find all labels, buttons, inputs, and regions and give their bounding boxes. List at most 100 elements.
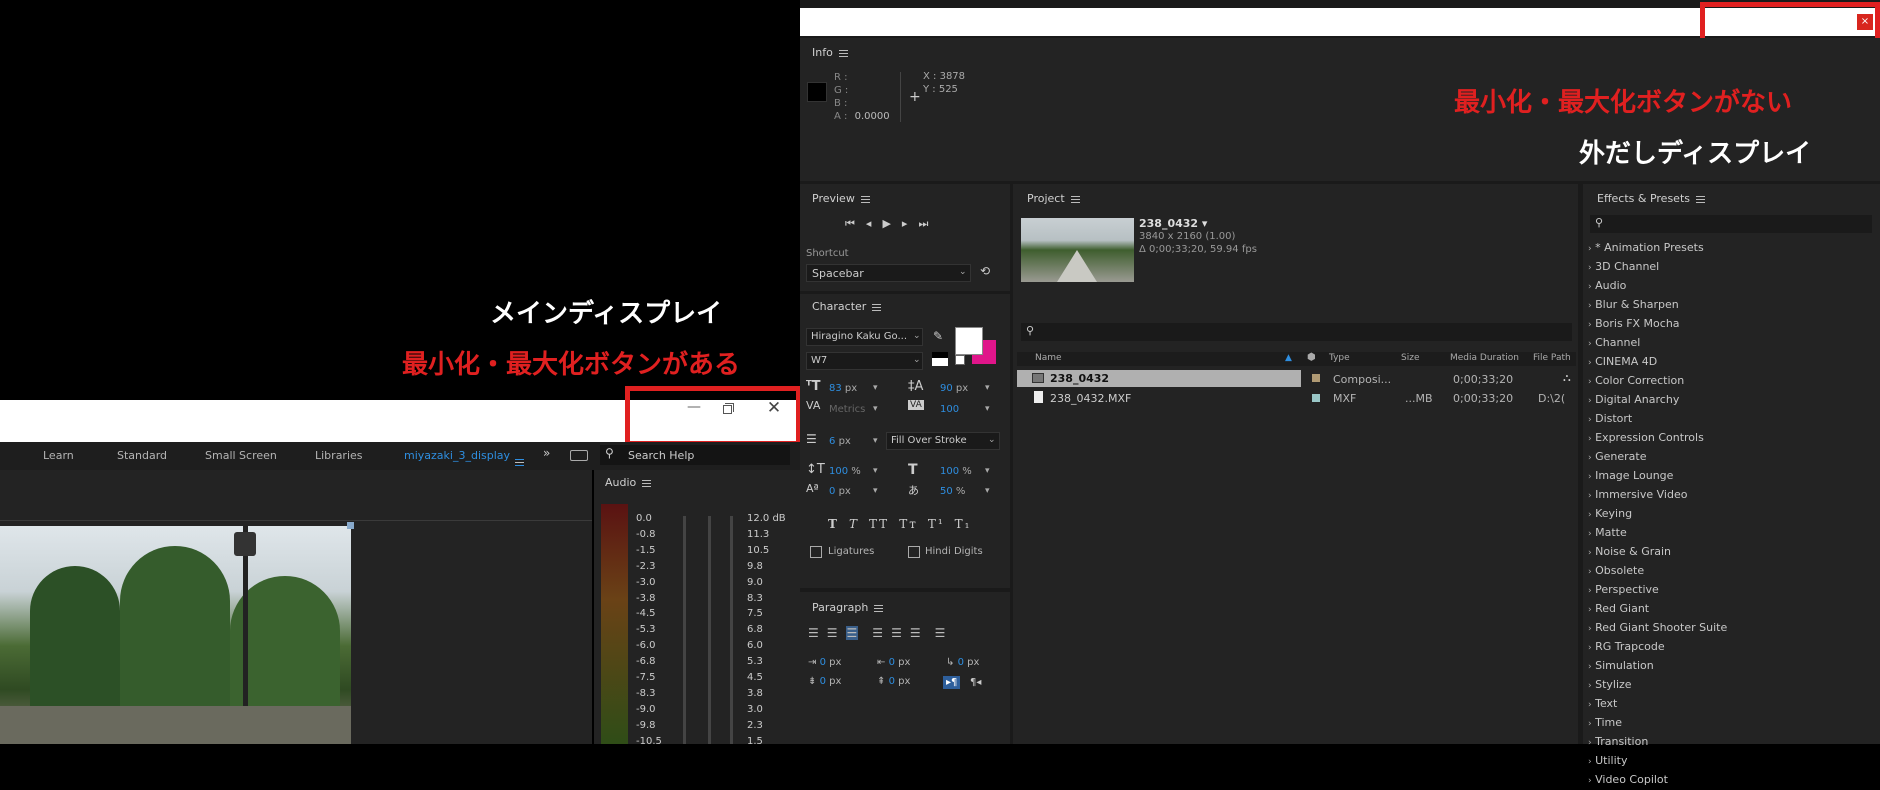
list-item[interactable]: › Video Copilot	[1588, 771, 1727, 790]
hindi-digits-checkbox[interactable]	[908, 546, 920, 558]
indent-right[interactable]: ⇤ 0 px	[877, 657, 910, 668]
list-item[interactable]: › Time	[1588, 714, 1727, 733]
list-item[interactable]: › Simulation	[1588, 657, 1727, 676]
first-line-indent[interactable]: ↳ 0 px	[946, 657, 979, 668]
list-item[interactable]: › Image Lounge	[1588, 467, 1727, 486]
effects-search-field[interactable]	[1590, 215, 1872, 233]
align-right-icon[interactable]: ☰	[845, 626, 859, 640]
audio-slider-mid[interactable]	[708, 516, 711, 744]
justify-all-icon[interactable]: ☰	[935, 626, 946, 640]
audio-slider-right[interactable]	[730, 516, 733, 744]
tsume-icon: あ	[908, 484, 919, 497]
justify-right-icon[interactable]: ☰	[910, 626, 921, 640]
first-frame-icon[interactable]: ⏮	[845, 217, 866, 230]
list-item[interactable]: › Expression Controls	[1588, 429, 1727, 448]
list-item[interactable]: › RG Trapcode	[1588, 638, 1727, 657]
list-item[interactable]: › Blur & Sharpen	[1588, 296, 1727, 315]
flowchart-icon[interactable]: ⛬	[1563, 371, 1571, 385]
prev-frame-icon[interactable]: ◂	[866, 217, 883, 230]
list-item[interactable]: › Generate	[1588, 448, 1727, 467]
search-icon: ⚲	[605, 446, 614, 460]
faux-italic-icon[interactable]: T	[849, 517, 859, 531]
list-item[interactable]: › Channel	[1588, 334, 1727, 353]
baseline-shift-value[interactable]: 0 px	[829, 486, 851, 497]
space-after[interactable]: ⇞ 0 px	[877, 676, 910, 687]
justify-center-icon[interactable]: ☰	[891, 626, 902, 640]
indent-left[interactable]: ⇥ 0 px	[808, 657, 841, 668]
col-size[interactable]: Size	[1401, 353, 1419, 363]
small-caps-icon[interactable]: Tт	[899, 517, 918, 531]
fill-color-swatch[interactable]	[955, 327, 983, 355]
none-swatch[interactable]	[955, 355, 965, 365]
next-frame-icon[interactable]: ▸	[902, 217, 919, 230]
last-frame-icon[interactable]: ⏭	[918, 217, 939, 230]
horizontal-scale-value[interactable]: 100 %	[940, 466, 972, 477]
font-size-value[interactable]: 83 px	[829, 383, 857, 394]
row-name-2[interactable]: 238_0432.MXF	[1050, 392, 1131, 405]
all-caps-icon[interactable]: TT	[869, 517, 889, 531]
viewer-handle[interactable]	[347, 522, 354, 529]
list-item[interactable]: › Keying	[1588, 505, 1727, 524]
workspace-menu-icon[interactable]	[509, 452, 524, 471]
first-line-indent-icon: ↳	[946, 657, 955, 668]
superscript-icon[interactable]: T¹	[928, 517, 945, 531]
col-type[interactable]: Type	[1329, 353, 1350, 363]
black-swatch[interactable]	[932, 352, 948, 366]
list-item[interactable]: › Perspective	[1588, 581, 1727, 600]
comp-name: 238_0432 ▾	[1139, 217, 1208, 230]
space-before[interactable]: ⇟ 0 px	[808, 676, 841, 687]
row-label-color-2	[1312, 394, 1320, 402]
workspace-standard[interactable]: Standard	[117, 449, 167, 462]
rtl-direction-icon[interactable]: ¶◂	[967, 676, 984, 689]
audio-slider-left[interactable]	[683, 516, 686, 744]
search-help-input[interactable]: Search Help	[628, 449, 694, 462]
col-name[interactable]: Name	[1035, 353, 1062, 363]
space-after-icon: ⇞	[877, 676, 886, 687]
list-item[interactable]: › Matte	[1588, 524, 1727, 543]
eyedropper-icon[interactable]: ✎	[933, 329, 943, 343]
list-item[interactable]: › Digital Anarchy	[1588, 391, 1727, 410]
subscript-icon[interactable]: T₁	[955, 517, 972, 531]
align-center-icon[interactable]: ☰	[827, 626, 838, 640]
col-media-duration[interactable]: Media Duration	[1450, 353, 1519, 363]
list-item[interactable]: › Color Correction	[1588, 372, 1727, 391]
list-item[interactable]: › Transition	[1588, 733, 1727, 752]
list-item[interactable]: › * Animation Presets	[1588, 239, 1727, 258]
workspace-toggle-icon[interactable]	[570, 450, 588, 461]
ltr-direction-icon[interactable]: ▸¶	[943, 676, 961, 689]
workspace-libraries[interactable]: Libraries	[315, 449, 363, 462]
ligatures-checkbox[interactable]	[810, 546, 822, 558]
justify-left-icon[interactable]: ☰	[872, 626, 883, 640]
list-item[interactable]: › 3D Channel	[1588, 258, 1727, 277]
list-item[interactable]: › Immersive Video	[1588, 486, 1727, 505]
tsume-value[interactable]: 50 %	[940, 486, 965, 497]
align-left-icon[interactable]: ☰	[808, 626, 819, 640]
list-item[interactable]: › Stylize	[1588, 676, 1727, 695]
workspace-active[interactable]: miyazaki_3_display	[404, 449, 510, 462]
list-item[interactable]: › CINEMA 4D	[1588, 353, 1727, 372]
overflow-chevron-icon[interactable]: »	[543, 446, 550, 460]
workspace-learn[interactable]: Learn	[43, 449, 74, 462]
list-item[interactable]: › Red Giant Shooter Suite	[1588, 619, 1727, 638]
play-icon[interactable]: ▶	[882, 217, 901, 230]
row-type: Composi...	[1333, 373, 1392, 386]
list-item[interactable]: › Distort	[1588, 410, 1727, 429]
vertical-scale-value[interactable]: 100 %	[829, 466, 861, 477]
list-item[interactable]: › Text	[1588, 695, 1727, 714]
tracking-value[interactable]: 100	[940, 404, 959, 415]
list-item[interactable]: › Boris FX Mocha	[1588, 315, 1727, 334]
stroke-width-value[interactable]: 6 px	[829, 436, 851, 447]
kerning-value[interactable]: Metrics	[829, 404, 865, 415]
leading-value[interactable]: 90 px	[940, 383, 968, 394]
list-item[interactable]: › Utility	[1588, 752, 1727, 771]
info-color-swatch	[807, 82, 827, 102]
list-item[interactable]: › Noise & Grain	[1588, 543, 1727, 562]
reset-shortcut-icon[interactable]: ⟲	[980, 264, 990, 278]
list-item[interactable]: › Red Giant	[1588, 600, 1727, 619]
project-search-field[interactable]	[1021, 323, 1572, 341]
list-item[interactable]: › Audio	[1588, 277, 1727, 296]
workspace-small-screen[interactable]: Small Screen	[205, 449, 277, 462]
col-file-path[interactable]: File Path	[1533, 353, 1571, 363]
list-item[interactable]: › Obsolete	[1588, 562, 1727, 581]
faux-bold-icon[interactable]: T	[828, 517, 839, 531]
